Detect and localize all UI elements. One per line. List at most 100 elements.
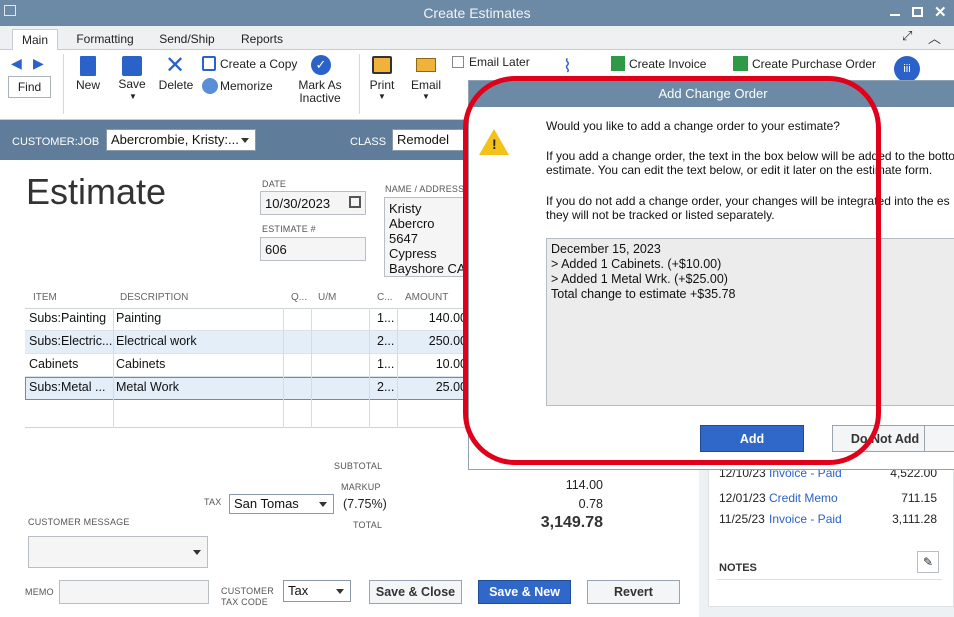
memorize-icon[interactable] <box>202 78 218 94</box>
print-dropdown-icon[interactable]: ▼ <box>378 92 386 101</box>
maximize-icon[interactable] <box>912 7 923 17</box>
estimate-number-field[interactable]: 606 <box>260 237 366 261</box>
print-button[interactable]: Print <box>364 78 400 92</box>
column-header-item[interactable]: ITEM <box>33 292 57 303</box>
column-header-um[interactable]: U/M <box>318 292 336 303</box>
printer-icon[interactable] <box>372 56 392 74</box>
create-invoice-icon[interactable] <box>611 56 625 71</box>
cell-cost[interactable]: 2... <box>377 334 394 348</box>
email-dropdown-icon[interactable]: ▼ <box>422 92 430 101</box>
ribbon-tabs: Main Formatting Send/Ship Reports ⤢ ︿ <box>0 26 954 50</box>
tab-formatting[interactable]: Formatting <box>70 29 140 50</box>
email-later-label[interactable]: Email Later <box>469 55 530 69</box>
cell-description[interactable]: Electrical work <box>116 334 286 348</box>
new-icon[interactable] <box>80 56 96 76</box>
cell-description[interactable]: Painting <box>116 311 286 325</box>
date-field[interactable]: 10/30/2023 <box>260 191 366 215</box>
email-button[interactable]: Email <box>407 78 445 92</box>
customer-message-select[interactable] <box>28 536 208 568</box>
cell-item[interactable]: Subs:Metal ... <box>29 380 113 394</box>
table-row[interactable]: Cabinets Cabinets 1... 10.00 <box>25 354 475 377</box>
history-row[interactable]: 11/25/23 Invoice - Paid 3,111.28 <box>709 512 954 530</box>
history-amount: 711.15 <box>901 491 937 505</box>
customer-job-value: Abercrombie, Kristy:... <box>111 132 239 147</box>
chevron-down-icon <box>336 589 344 594</box>
email-icon[interactable] <box>416 58 436 72</box>
cell-cost[interactable]: 1... <box>377 311 394 325</box>
column-header-description[interactable]: DESCRIPTION <box>120 292 188 303</box>
calendar-icon[interactable] <box>349 196 361 208</box>
create-copy-button[interactable]: Create a Copy <box>220 57 297 71</box>
save-close-button[interactable]: Save & Close <box>369 580 462 604</box>
edit-notes-icon[interactable]: ✎ <box>917 551 939 573</box>
create-invoice-button[interactable]: Create Invoice <box>629 57 706 71</box>
save-new-button[interactable]: Save & New <box>478 580 571 604</box>
table-row[interactable]: Subs:Electric... Electrical work 2... 25… <box>25 331 475 354</box>
email-later-checkbox[interactable] <box>452 56 464 68</box>
name-address-field[interactable]: Kristy Abercro 5647 Cypress Bayshore CA <box>384 197 474 277</box>
column-divider <box>369 308 370 428</box>
next-arrow-icon[interactable]: ▶ <box>33 55 44 72</box>
close-icon[interactable]: ✕ <box>934 3 947 21</box>
cell-item[interactable]: Subs:Painting <box>29 311 113 325</box>
mark-inactive-button[interactable]: Mark As Inactive <box>296 79 344 105</box>
memorize-button[interactable]: Memorize <box>220 79 273 93</box>
memo-label: MEMO <box>25 587 54 597</box>
table-row[interactable]: Subs:Painting Painting 1... 140.00 <box>25 308 475 331</box>
name-address-label: NAME / ADDRESS <box>385 184 465 194</box>
customer-job-select[interactable]: Abercrombie, Kristy:... <box>106 129 256 151</box>
cell-description[interactable]: Metal Work <box>116 380 286 394</box>
customer-team-icon[interactable]: iii <box>894 56 920 82</box>
tax-item-value: San Tomas <box>234 496 299 511</box>
mark-inactive-icon[interactable]: ✓ <box>311 55 331 75</box>
collapse-ribbon-icon[interactable]: ︿ <box>928 28 941 47</box>
history-date: 11/25/23 <box>719 512 765 526</box>
class-select[interactable]: Remodel <box>392 129 472 151</box>
cell-amount[interactable]: 25.00 <box>425 380 467 394</box>
cell-amount[interactable]: 140.00 <box>425 311 467 325</box>
save-dropdown-icon[interactable]: ▼ <box>129 92 137 101</box>
cell-cost[interactable]: 1... <box>377 357 394 371</box>
column-header-amount[interactable]: AMOUNT <box>405 292 448 303</box>
chevron-down-icon <box>319 502 327 507</box>
tax-item-select[interactable]: San Tomas <box>229 494 334 514</box>
history-row[interactable]: 12/01/23 Credit Memo 711.15 <box>709 491 954 509</box>
delete-icon[interactable]: ✕ <box>165 51 185 80</box>
find-button[interactable]: Find <box>8 76 51 98</box>
column-header-cost[interactable]: C... <box>377 292 393 303</box>
customer-tax-code-select[interactable]: Tax <box>283 580 351 602</box>
customer-tax-code-label: CUSTOMER TAX CODE <box>221 586 274 607</box>
cell-amount[interactable]: 250.00 <box>425 334 467 348</box>
column-header-qty[interactable]: Q... <box>291 292 307 303</box>
save-icon[interactable] <box>122 56 142 76</box>
expand-icon[interactable]: ⤢ <box>902 28 912 44</box>
column-divider <box>283 308 284 428</box>
cancel-button[interactable] <box>924 425 954 452</box>
cell-cost[interactable]: 2... <box>377 380 394 394</box>
create-po-icon[interactable] <box>733 56 748 71</box>
delete-button[interactable]: Delete <box>156 78 196 92</box>
revert-button[interactable]: Revert <box>587 580 680 604</box>
tab-send-ship[interactable]: Send/Ship <box>152 29 222 50</box>
history-type-link[interactable]: Invoice - Paid <box>769 512 842 526</box>
minimize-icon[interactable] <box>890 14 900 16</box>
create-po-button[interactable]: Create Purchase Order <box>752 57 876 71</box>
chevron-down-icon <box>193 550 201 555</box>
cell-description[interactable]: Cabinets <box>116 357 286 371</box>
history-amount: 3,111.28 <box>892 512 937 526</box>
cell-amount[interactable]: 10.00 <box>425 357 467 371</box>
attach-icon[interactable]: ⌇ <box>563 56 572 77</box>
copy-icon[interactable] <box>202 56 216 71</box>
window-title: Create Estimates <box>423 5 531 21</box>
prev-arrow-icon[interactable]: ◀ <box>11 55 22 72</box>
tab-reports[interactable]: Reports <box>234 29 290 50</box>
history-type-link[interactable]: Credit Memo <box>769 491 838 505</box>
new-button[interactable]: New <box>70 78 106 92</box>
save-button[interactable]: Save <box>114 77 150 91</box>
tab-main[interactable]: Main <box>12 29 58 50</box>
memo-field[interactable] <box>59 580 209 604</box>
cell-item[interactable]: Cabinets <box>29 357 113 371</box>
cell-item[interactable]: Subs:Electric... <box>29 334 113 348</box>
table-row[interactable]: Subs:Metal ... Metal Work 2... 25.00 <box>25 377 475 400</box>
total-value: 3,149.78 <box>540 514 603 531</box>
